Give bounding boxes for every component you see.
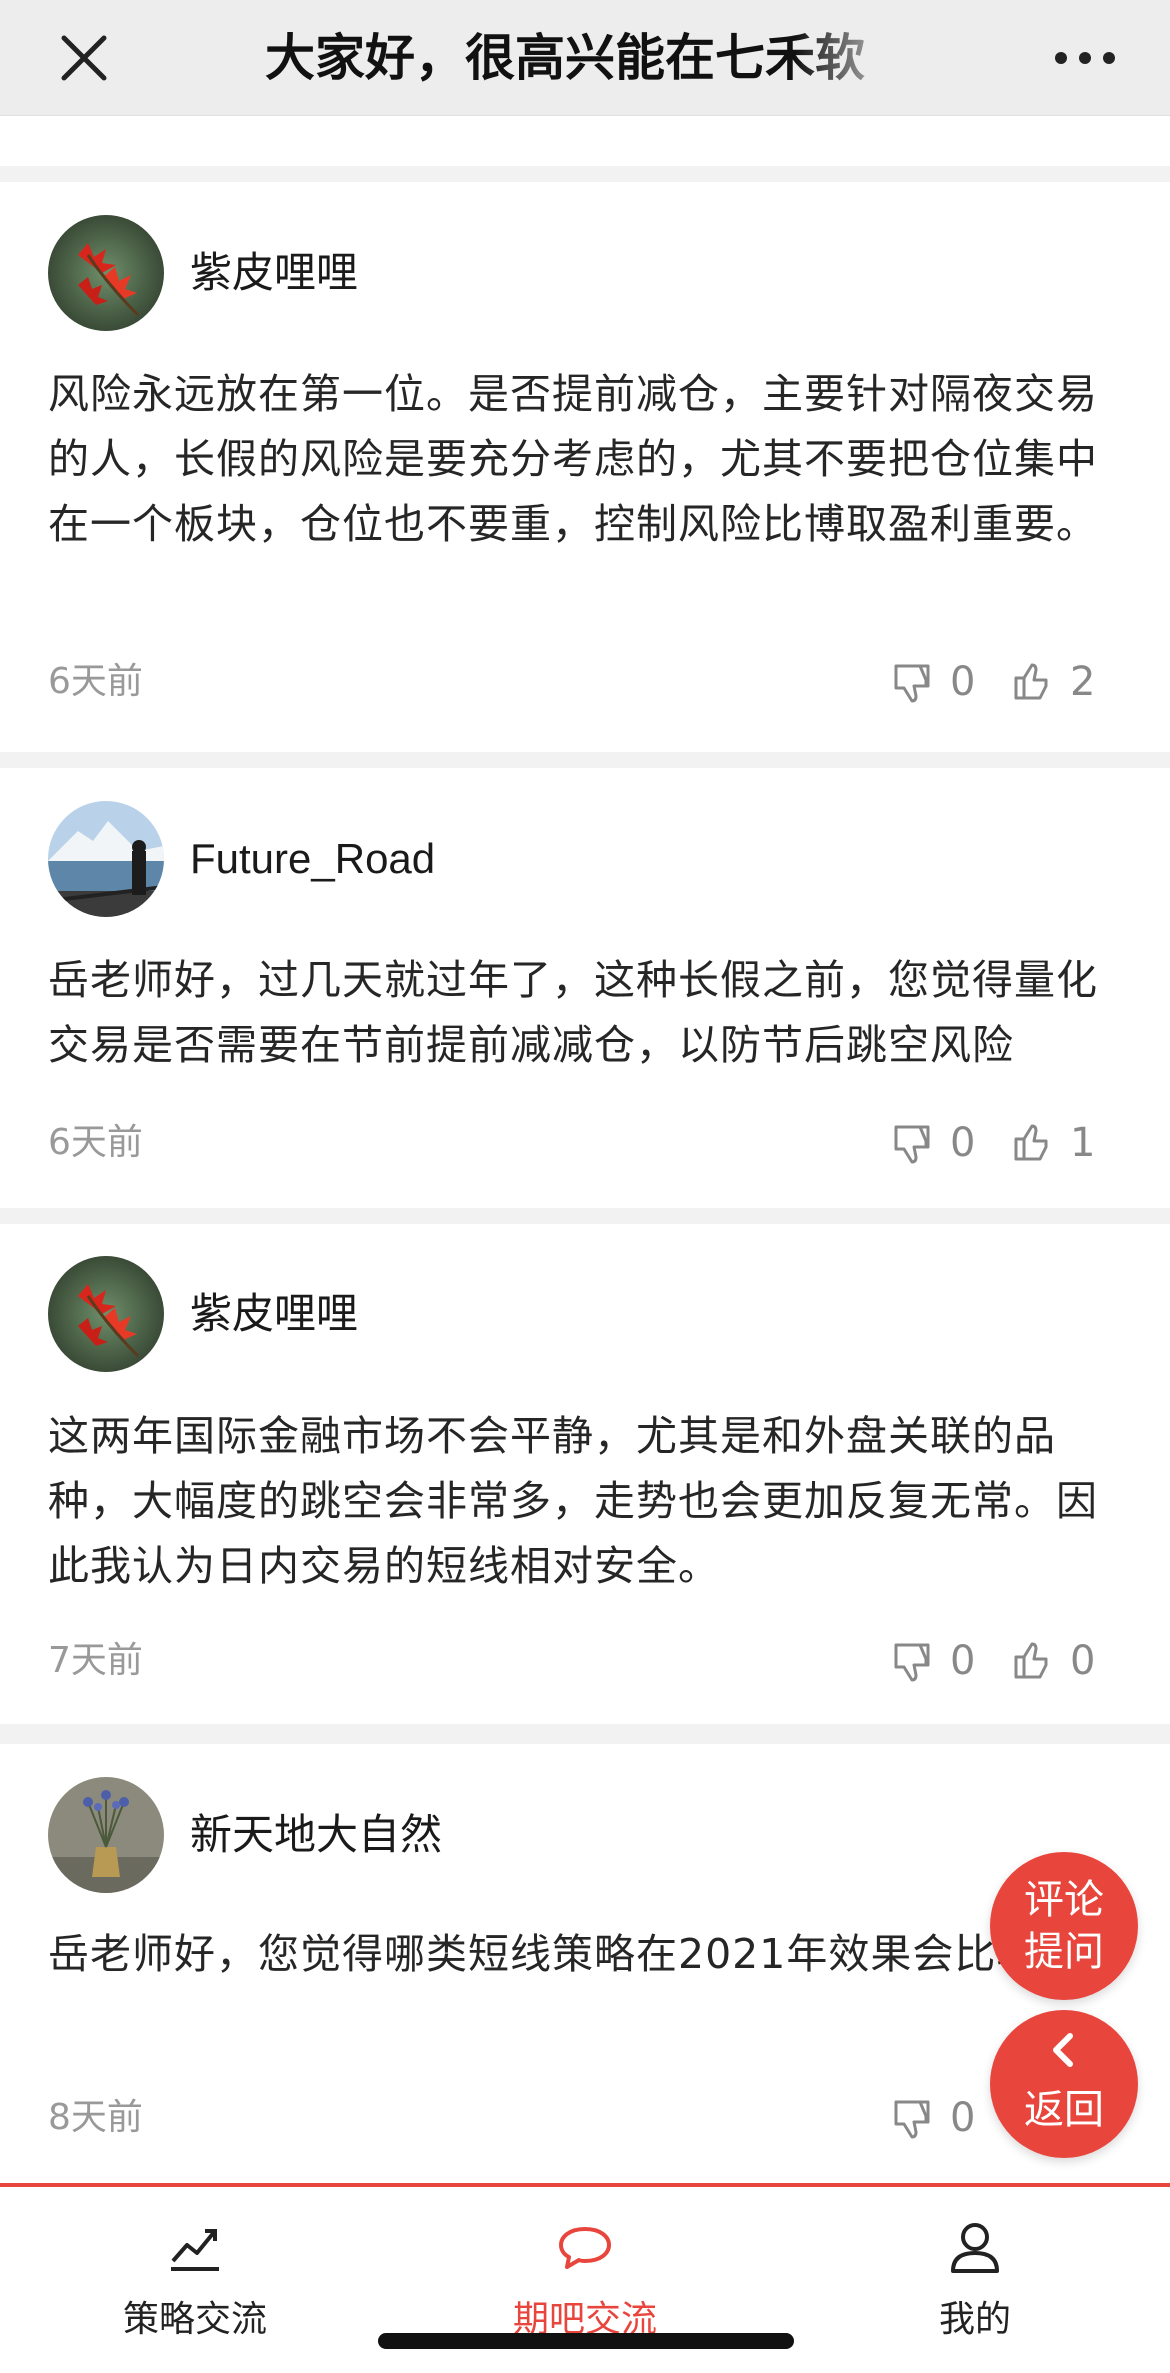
comment-text: 岳老师好，过几天就过年了，这种长假之前，您觉得量化交易是否需要在节前提前减减仓，… [48, 956, 1098, 1069]
avatar[interactable] [48, 215, 164, 331]
like-count: 2 [1070, 659, 1096, 705]
comment-ask-label-line1: 评论 [1024, 1877, 1104, 1923]
trend-chart-icon [171, 2229, 219, 2271]
tab-label: 我的 [938, 2299, 1011, 2340]
thumbs-up-icon [1014, 663, 1048, 700]
back-button[interactable]: 返回 [990, 2010, 1138, 2158]
username[interactable]: Future_Road [190, 829, 435, 889]
like-button[interactable]: 2 [1012, 654, 1095, 710]
comment-card: 紫皮哩哩 风险永远放在第一位。是否提前减仓，主要针对隔夜交易的人，长假的风险是要… [0, 182, 1170, 752]
comment-time: 8天前 [48, 2097, 143, 2138]
username[interactable]: 紫皮哩哩 [190, 243, 358, 303]
comment-time: 6天前 [48, 1122, 143, 1163]
person-icon [951, 2223, 999, 2273]
dislike-count: 0 [950, 659, 976, 705]
avatar[interactable] [48, 801, 164, 917]
comment-ask-button[interactable]: 评论 提问 [990, 1852, 1138, 2000]
dislike-count: 0 [950, 1120, 976, 1166]
comment-text: 岳老师好，您觉得哪类短线策略在2021年效果会比较好? [48, 1930, 1104, 1978]
chevron-left-icon [1053, 2033, 1073, 2067]
comment-card: 紫皮哩哩 这两年国际金融市场不会平静，尤其是和外盘关联的品种，大幅度的跳空会非常… [0, 1224, 1170, 1724]
comment-time: 7天前 [48, 1640, 143, 1681]
avatar[interactable] [48, 1256, 164, 1372]
comment-time: 6天前 [48, 661, 143, 702]
dislike-button[interactable]: 0 [892, 2090, 975, 2146]
username[interactable]: 紫皮哩哩 [190, 1284, 358, 1344]
more-horizontal-icon [1055, 52, 1115, 64]
thumbs-down-icon [894, 1643, 930, 1682]
close-icon [61, 35, 107, 81]
dislike-count: 0 [950, 1638, 976, 1684]
back-label: 返回 [1024, 2087, 1104, 2133]
comment-ask-label-line2: 提问 [1024, 1929, 1104, 1975]
chat-bubble-icon [559, 2227, 611, 2269]
comment-text: 风险永远放在第一位。是否提前减仓，主要针对隔夜交易的人，长假的风险是要充分考虑的… [48, 370, 1098, 548]
more-button[interactable] [1040, 20, 1130, 96]
avatar[interactable] [48, 1777, 164, 1893]
dislike-count: 0 [950, 2095, 976, 2141]
thumbs-down-icon [894, 1125, 930, 1164]
thumbs-down-icon [894, 2100, 930, 2139]
lake-mountain-avatar [48, 801, 164, 917]
page-title: 大家好，很高兴能在七禾软 [265, 18, 915, 98]
dislike-button[interactable]: 0 [892, 1115, 975, 1171]
red-maple-leaves-avatar [48, 1256, 164, 1372]
nav-header: 大家好，很高兴能在七禾软 [0, 0, 1170, 116]
thumbs-down-icon [894, 664, 930, 703]
comment-card: Future_Road 岳老师好，过几天就过年了，这种长假之前，您觉得量化交易是… [0, 768, 1170, 1208]
tab-my[interactable]: 我的 [780, 2187, 1170, 2373]
username[interactable]: 新天地大自然 [190, 1805, 442, 1865]
dislike-button[interactable]: 0 [892, 1633, 975, 1689]
close-button[interactable] [48, 22, 120, 94]
like-button[interactable]: 1 [1012, 1115, 1095, 1171]
thumbs-up-icon [1014, 1642, 1048, 1679]
like-button[interactable]: 0 [1012, 1633, 1095, 1689]
tab-label: 策略交流 [122, 2299, 267, 2340]
tab-strategy-exchange[interactable]: 策略交流 [0, 2187, 390, 2373]
thumbs-up-icon [1014, 1124, 1048, 1161]
like-count: 1 [1070, 1120, 1096, 1166]
red-maple-leaves-avatar [48, 215, 164, 331]
like-count: 0 [1070, 1638, 1096, 1684]
previous-card-edge [0, 116, 1170, 166]
comment-text: 这两年国际金融市场不会平静，尤其是和外盘关联的品种，大幅度的跳空会非常多，走势也… [48, 1412, 1098, 1590]
lavender-vase-avatar [48, 1777, 164, 1893]
dislike-button[interactable]: 0 [892, 654, 975, 710]
home-indicator [378, 2333, 794, 2349]
